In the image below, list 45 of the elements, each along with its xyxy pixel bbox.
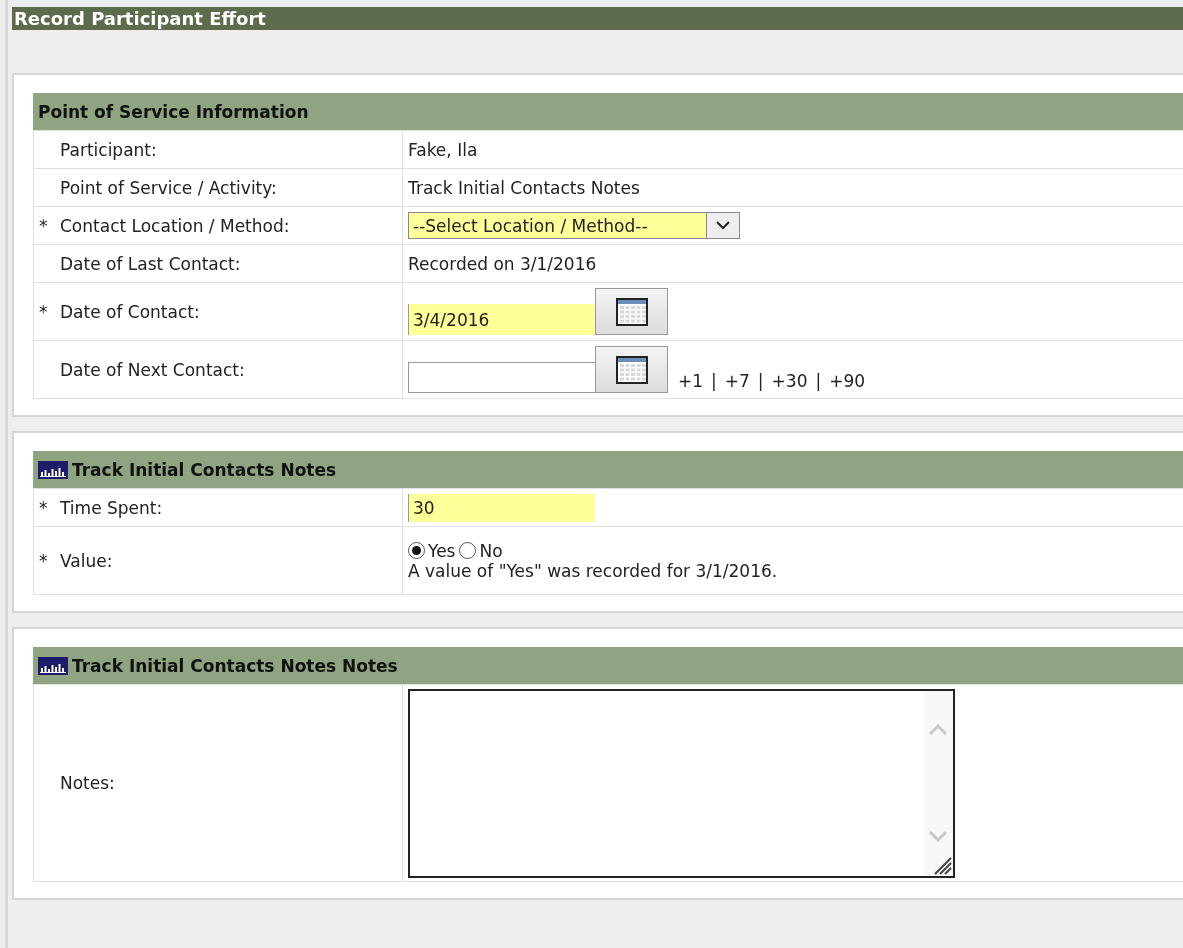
required-marker: *	[39, 215, 49, 236]
field-value: Recorded on 3/1/2016	[408, 253, 597, 274]
field-value: Fake, Ila	[408, 139, 478, 160]
field-label: Value:	[60, 550, 113, 571]
recorded-value-note: A value of "Yes" was recorded for 3/1/2016.	[408, 560, 779, 581]
required-marker: *	[39, 497, 49, 518]
date-field[interactable]	[408, 362, 595, 393]
field-label: Point of Service / Activity:	[60, 177, 277, 198]
calendar-icon	[614, 354, 649, 385]
radio-label[interactable]: No	[479, 540, 503, 561]
calendar-button[interactable]	[595, 346, 668, 393]
bar-chart-icon	[38, 656, 68, 675]
quick-date-link[interactable]: +1	[678, 371, 704, 391]
field-label: Contact Location / Method:	[60, 215, 290, 236]
section-title: Point of Service Information	[38, 101, 309, 122]
field-label: Participant:	[60, 139, 157, 160]
field-value: Track Initial Contacts Notes	[408, 177, 640, 198]
separator: |	[711, 371, 717, 391]
section-title: Track Initial Contacts Notes	[72, 459, 337, 480]
calendar-icon	[614, 296, 649, 327]
quick-date-link[interactable]: +90	[829, 371, 866, 391]
field-label: Date of Contact:	[60, 301, 200, 322]
radio-button[interactable]	[459, 542, 477, 559]
radio-label[interactable]: Yes	[428, 540, 456, 561]
notes-field[interactable]	[408, 688, 955, 878]
quick-date-link[interactable]: +30	[771, 371, 808, 391]
caret-icon	[716, 221, 730, 230]
separator: |	[757, 371, 764, 391]
page-title-bar: Record Participant Effort	[12, 7, 1183, 30]
quick-date-link[interactable]: +7	[724, 371, 750, 391]
field-label: Notes:	[60, 773, 115, 793]
field-label: Time Spent:	[60, 497, 163, 518]
date-field[interactable]: 3/4/2016	[408, 304, 595, 335]
field-label: Date of Next Contact:	[60, 359, 245, 380]
section-title: Track Initial Contacts Notes Notes	[72, 655, 398, 676]
bar-chart-icon	[38, 460, 68, 479]
radio-button[interactable]	[408, 542, 425, 559]
field-label: Date of Last Contact:	[60, 253, 241, 274]
calendar-button[interactable]	[595, 288, 668, 335]
resize-grip-icon[interactable]	[932, 854, 952, 875]
required-marker: *	[39, 301, 49, 322]
required-marker: *	[39, 550, 49, 571]
separator: |	[815, 371, 822, 391]
time-spent-field[interactable]: 30	[408, 493, 595, 522]
location-method-select[interactable]: --Select Location / Method--	[408, 212, 740, 239]
